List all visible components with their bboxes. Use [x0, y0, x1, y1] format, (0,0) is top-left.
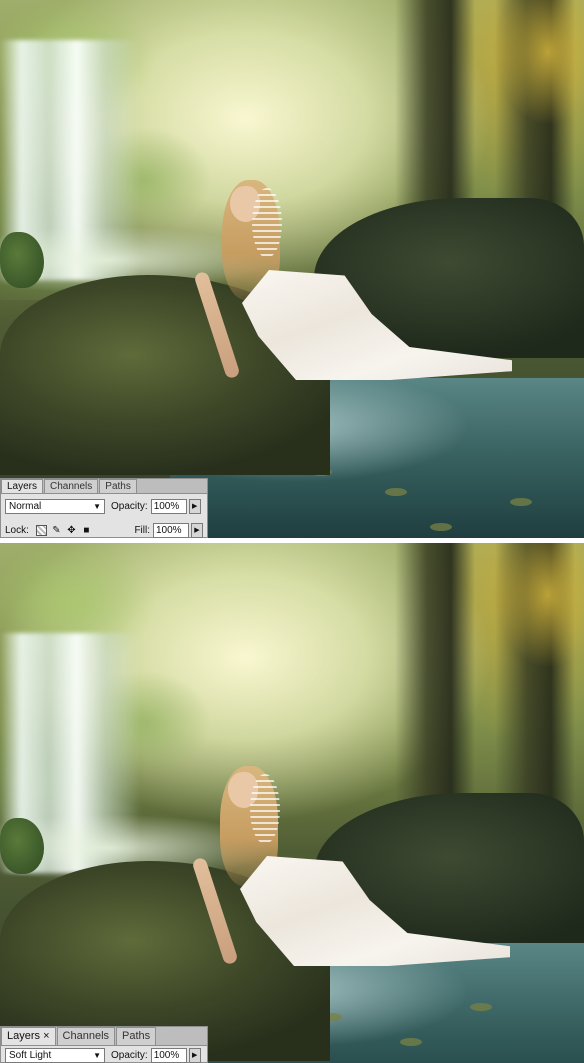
fill-label: Fill:	[134, 524, 150, 536]
tab-layers-label: Layers	[7, 1030, 41, 1042]
hanging-moss	[464, 543, 584, 803]
lock-transparent-pixels-icon[interactable]	[35, 524, 47, 536]
move-icon[interactable]: ✥	[66, 525, 77, 536]
panel-tabs: Layers Channels Paths	[1, 479, 207, 494]
opacity-field[interactable]: 100%	[150, 1047, 187, 1063]
woman-figure	[193, 180, 522, 390]
lily-pad	[400, 1038, 422, 1046]
scene-before: Layers Channels Paths Normal ▼ Opacity: …	[0, 0, 584, 538]
lock-label: Lock:	[5, 524, 29, 536]
woman-figure	[191, 766, 520, 976]
white-dress	[242, 270, 512, 380]
chevron-right-icon[interactable]: ▶	[188, 1047, 201, 1063]
tab-paths[interactable]: Paths	[99, 479, 137, 493]
white-dress	[240, 856, 510, 966]
blend-mode-dropdown[interactable]: Normal ▼	[5, 498, 105, 514]
fill-field[interactable]: 100%	[153, 522, 189, 538]
blend-row: Normal ▼ Opacity: 100% ▶	[1, 494, 207, 518]
tab-channels[interactable]: Channels	[56, 1027, 116, 1045]
tab-layers[interactable]: Layers	[1, 479, 44, 493]
opacity-field[interactable]: 100%	[150, 498, 187, 514]
chevron-right-icon[interactable]: ▶	[188, 498, 201, 514]
lock-icon[interactable]: ■	[81, 525, 92, 536]
lily-pad	[510, 498, 532, 506]
pearl-headpiece	[250, 774, 280, 844]
chevron-down-icon: ▼	[93, 1050, 101, 1060]
close-icon[interactable]: ×	[43, 1030, 49, 1042]
scene-after: Layers × Channels Paths Soft Light ▼ Opa…	[0, 543, 584, 1063]
layers-panel: Layers × Channels Paths Soft Light ▼ Opa…	[0, 1026, 208, 1063]
lock-row: Lock: ✎ ✥ ■ Fill: 100% ▶	[1, 518, 207, 538]
chevron-down-icon: ▼	[93, 501, 101, 511]
brush-icon[interactable]: ✎	[51, 525, 62, 536]
tab-layers[interactable]: Layers ×	[1, 1027, 56, 1045]
lock-options: ✎ ✥ ■	[35, 524, 92, 536]
panel-tabs: Layers × Channels Paths	[1, 1027, 207, 1046]
tab-paths[interactable]: Paths	[116, 1027, 157, 1045]
layers-panel: Layers Channels Paths Normal ▼ Opacity: …	[0, 478, 208, 538]
pearl-headpiece	[252, 188, 282, 258]
opacity-label: Opacity:	[111, 500, 148, 512]
blend-mode-value: Normal	[9, 500, 42, 512]
lily-pad	[470, 1003, 492, 1011]
lily-pad	[430, 523, 452, 531]
blend-mode-dropdown[interactable]: Soft Light ▼	[5, 1047, 105, 1063]
chevron-right-icon[interactable]: ▶	[191, 522, 203, 538]
blend-row: Soft Light ▼ Opacity: 100% ▶	[1, 1046, 207, 1063]
blend-mode-value: Soft Light	[9, 1049, 52, 1061]
tab-channels[interactable]: Channels	[44, 479, 99, 493]
lily-pad	[385, 488, 407, 496]
opacity-label: Opacity:	[111, 1049, 148, 1061]
